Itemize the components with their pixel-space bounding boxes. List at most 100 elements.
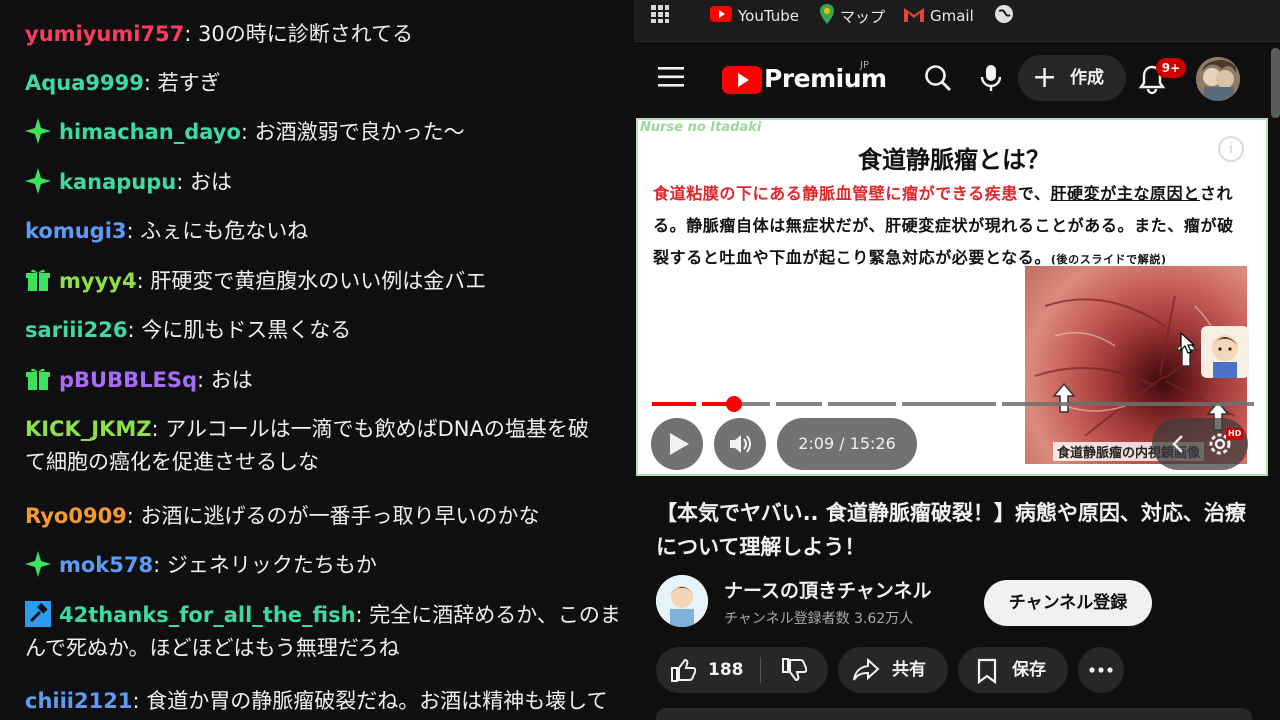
chat-text: : お酒激弱で良かった〜 (240, 120, 465, 144)
youtube-panel: YouTube マップ Gmail Premium JP + 作成 9+ Nur… (634, 0, 1280, 720)
chat-text: : 肝硬変で黄疸腹水のいい例は金バエ (136, 269, 487, 293)
chat-username[interactable]: chiii2121 (25, 689, 132, 713)
chat-username[interactable]: sariii226 (25, 318, 127, 342)
progress-played (652, 402, 696, 406)
chat-text: : 30の時に診断されてる (184, 22, 414, 46)
chat-username[interactable]: pBUBBLESq (59, 368, 197, 392)
hd-badge: HD (1226, 428, 1244, 440)
video-player[interactable]: Nurse no Itadaki i 食道静脈瘤とは？ 食道粘膜の下にある静脈血… (636, 118, 1268, 476)
youtube-logo-icon (722, 66, 762, 94)
chat-text: : 食道か胃の静脈瘤破裂だね。お酒は精神も壊して (132, 689, 608, 713)
chat-message: chiii2121: 食道か胃の静脈瘤破裂だね。お酒は精神も壊して (25, 685, 634, 718)
apps-grid-icon[interactable] (650, 4, 670, 28)
progress-segment (902, 402, 996, 406)
logo-region: JP (860, 60, 869, 71)
bookmark-label: Gmail (930, 7, 974, 25)
mouse-cursor-icon (1180, 332, 1196, 354)
chat-username[interactable]: 42thanks_for_all_the_fish (59, 603, 356, 627)
slide-text: で、 (1017, 184, 1051, 203)
dislike-button[interactable] (761, 647, 828, 693)
chat-message: 42thanks_for_all_the_fish: 完全に酒辞めるか、このまん… (25, 599, 634, 665)
chat-text: : ふぇにも危ないね (126, 219, 309, 243)
thumbs-up-icon (671, 658, 696, 682)
progress-segment (828, 402, 896, 406)
menu-icon[interactable] (658, 66, 684, 92)
share-label: 共有 (892, 660, 926, 680)
chat-username[interactable]: kanapupu (59, 170, 176, 194)
slide-title: 食道静脈瘤とは？ (858, 146, 1050, 174)
chat-text-continued: んで死ぬか。ほどほどはもう無理だろね (25, 636, 400, 660)
chat-text: : 今に肌もドス黒くなる (127, 318, 352, 342)
chat-message: yumiyumi757: 30の時に診断されてる (25, 18, 634, 51)
chat-username[interactable]: mok578 (59, 553, 153, 577)
sparkle-badge-icon[interactable] (25, 168, 51, 194)
save-label: 保存 (1012, 660, 1046, 680)
youtube-icon (710, 5, 732, 29)
slide-underline-text: 肝硬変が主な原因と (1050, 184, 1200, 203)
like-button[interactable]: 188 (656, 647, 760, 693)
youtube-header: Premium JP + 作成 9+ (634, 42, 1280, 114)
progress-segment (776, 402, 822, 406)
gift-badge-icon[interactable] (25, 267, 51, 293)
channel-name[interactable]: ナースの頂きチャンネル (724, 576, 931, 603)
chat-username[interactable]: komugi3 (25, 219, 127, 243)
chat-username[interactable]: yumiyumi757 (25, 22, 184, 46)
chat-text-continued: て細胞の癌化を促進させるしな (25, 450, 319, 474)
chat-message: kanapupu: おは (25, 166, 634, 199)
bookmarks-bar: YouTube マップ Gmail (634, 0, 1280, 42)
chat-message: mok578: ジェネリックたちもか (25, 549, 634, 582)
chat-username[interactable]: Aqua9999 (25, 71, 144, 95)
screen: yumiyumi757: 30の時に診断されてる Aqua9999: 若すぎ him… (0, 0, 1280, 720)
play-button[interactable] (651, 418, 703, 470)
plus-icon: + (1032, 60, 1058, 95)
chat-panel: yumiyumi757: 30の時に診断されてる Aqua9999: 若すぎ him… (0, 0, 634, 720)
chat-message: Ryo0909: お酒に逃げるのが一番手っ取り早いのかな (25, 500, 634, 533)
more-actions-button[interactable] (1078, 647, 1124, 693)
bookmark-label: マップ (840, 8, 886, 26)
slide-body: 食道粘膜の下にある静脈血管壁に瘤ができる疾患で、肝硬変が主な原因とされる。静脈瘤… (653, 178, 1238, 276)
video-settings-controls[interactable]: HD (1152, 418, 1248, 470)
more-horizontal-icon (1089, 667, 1113, 673)
time-display: 2:09 / 15:26 (777, 418, 917, 470)
chat-text: : おは (197, 368, 253, 392)
gmail-icon (904, 5, 924, 29)
bookmark-youtube[interactable]: YouTube (710, 4, 799, 28)
bookmark-maps[interactable]: マップ (820, 4, 885, 28)
volume-button[interactable] (714, 418, 766, 470)
progress-scrubber[interactable] (726, 396, 743, 412)
youtube-premium-logo[interactable]: Premium JP (722, 60, 887, 96)
progress-bar[interactable] (652, 401, 1254, 407)
page-scrollbar[interactable] (1271, 48, 1280, 118)
subscribe-button[interactable]: チャンネル登録 (984, 580, 1152, 626)
like-dislike-group: 188 (656, 647, 828, 693)
chat-message: pBUBBLESq: おは (25, 364, 634, 397)
channel-avatar[interactable] (656, 575, 708, 627)
arrow-up-icon (1052, 382, 1076, 413)
chat-username[interactable]: KICK_JKMZ (25, 417, 151, 441)
chat-message: himachan_dayo: お酒激弱で良かった〜 (25, 116, 634, 149)
sparkle-badge-icon[interactable] (25, 551, 51, 577)
slide-note: (後のスライドで解説) (1050, 253, 1167, 266)
bookmark-gmail[interactable]: Gmail (904, 4, 974, 28)
description-box[interactable] (656, 708, 1252, 720)
hammer-badge-icon[interactable] (25, 601, 51, 627)
chat-username[interactable]: Ryo0909 (25, 504, 127, 528)
gift-badge-icon[interactable] (25, 366, 51, 392)
chat-username[interactable]: himachan_dayo (59, 120, 241, 144)
search-icon[interactable] (924, 64, 952, 96)
microphone-icon[interactable] (980, 64, 1002, 96)
slide-brand: Nurse no Itadaki (640, 120, 762, 135)
globe-icon[interactable] (994, 4, 1014, 28)
chat-text: : おは (176, 170, 232, 194)
mascot-image (1201, 326, 1249, 378)
thumbs-down-icon (782, 658, 807, 682)
chat-message: komugi3: ふぇにも危ないね (25, 215, 634, 248)
sparkle-badge-icon[interactable] (25, 118, 51, 144)
chat-message: Aqua9999: 若すぎ (25, 67, 634, 100)
create-button[interactable]: + 作成 (1018, 55, 1126, 101)
save-button[interactable]: 保存 (958, 647, 1068, 693)
share-button[interactable]: 共有 (838, 647, 948, 693)
chat-username[interactable]: myyy4 (59, 269, 137, 293)
account-avatar[interactable] (1196, 57, 1240, 101)
bookmark-label: YouTube (738, 7, 799, 25)
